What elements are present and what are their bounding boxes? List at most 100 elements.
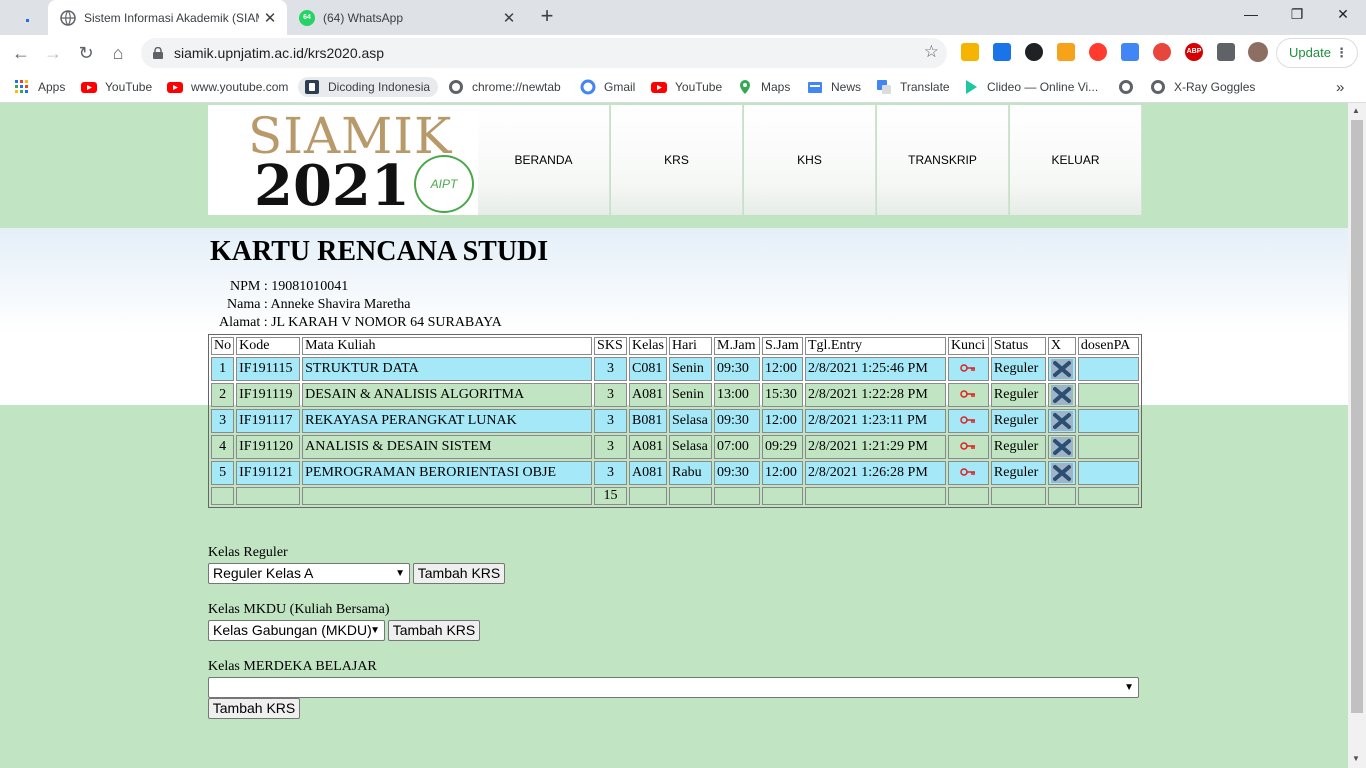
extension-icon[interactable] xyxy=(1057,43,1075,61)
bookmark-gmail[interactable]: Gmail xyxy=(580,77,635,97)
bookmark-star-icon[interactable]: ☆ xyxy=(924,42,939,62)
bookmark-xray[interactable]: X-Ray Goggles xyxy=(1150,77,1255,97)
cell-sjam: 09:29 xyxy=(761,435,803,459)
close-tab-icon[interactable]: ✕ xyxy=(498,9,520,27)
cell-delete xyxy=(1047,461,1076,485)
cell-no: 1 xyxy=(211,357,235,381)
bookmark-clideo[interactable]: Clideo — Online Vi... xyxy=(963,77,1098,97)
loading-dot-icon xyxy=(26,19,29,22)
reguler-label: Kelas Reguler xyxy=(208,545,288,560)
logo-year: 2021 xyxy=(254,153,410,219)
cell-sks: 3 xyxy=(594,435,628,459)
new-tab-button[interactable]: + xyxy=(536,5,558,28)
cell-kunci xyxy=(947,357,989,381)
delete-icon[interactable] xyxy=(1050,437,1073,457)
address-bar[interactable]: siamik.upnjatim.ac.id/krs2020.asp ☆ xyxy=(141,38,947,68)
cell-mjam: 09:30 xyxy=(714,461,760,485)
key-icon xyxy=(960,387,976,402)
bookmark-label: Dicoding Indonesia xyxy=(328,80,431,94)
bookmark-news[interactable]: News xyxy=(807,77,861,97)
bookmark-apps[interactable]: Apps xyxy=(14,77,65,97)
cell-sjam: 12:00 xyxy=(761,357,803,381)
total-row: 15 xyxy=(211,487,1139,505)
home-button[interactable]: ⌂ xyxy=(105,40,131,66)
extension-icon[interactable] xyxy=(1025,43,1043,61)
tambah-krs-merdeka-button[interactable]: Tambah KRS xyxy=(208,698,300,719)
minimize-button[interactable]: — xyxy=(1228,0,1274,30)
npm-line: NPM : 19081010041 xyxy=(230,279,349,294)
cell-kode: IF191120 xyxy=(236,435,301,459)
cell-kode: IF191119 xyxy=(236,383,301,407)
bookmark-dicoding[interactable]: Dicoding Indonesia xyxy=(298,77,439,97)
nav-beranda[interactable]: BERANDA xyxy=(478,105,610,215)
more-bookmarks-button[interactable]: » xyxy=(1336,77,1344,97)
empty-cell xyxy=(761,487,803,505)
empty-cell xyxy=(669,487,712,505)
bookmark-newtab[interactable]: chrome://newtab xyxy=(448,77,561,97)
nav-khs[interactable]: KHS xyxy=(744,105,876,215)
reload-button[interactable]: ↻ xyxy=(73,40,99,66)
delete-icon[interactable] xyxy=(1050,385,1073,405)
siamik-logo[interactable]: SIAMIK 2021 AIPT xyxy=(208,105,478,219)
page-title: KARTU RENCANA STUDI xyxy=(210,236,549,267)
bookmark-globe[interactable] xyxy=(1118,77,1142,97)
nav-transkrip[interactable]: TRANSKRIP xyxy=(877,105,1009,215)
update-button[interactable]: Update ⋮ xyxy=(1276,38,1358,68)
empty-cell xyxy=(947,487,989,505)
nav-krs[interactable]: KRS xyxy=(611,105,743,215)
merdeka-label: Kelas MERDEKA BELAJAR xyxy=(208,659,377,674)
delete-icon[interactable] xyxy=(1050,411,1073,431)
extension-icon[interactable] xyxy=(1153,43,1171,61)
back-button[interactable]: ← xyxy=(8,40,34,66)
cell-mjam: 07:00 xyxy=(714,435,760,459)
mkdu-select[interactable]: Kelas Gabungan (MKDU) ▼ xyxy=(208,620,385,641)
bookmark-youtube-2[interactable]: YouTube xyxy=(651,77,722,97)
close-window-button[interactable]: ✕ xyxy=(1320,0,1366,30)
cell-kelas: A081 xyxy=(629,435,668,459)
delete-icon[interactable] xyxy=(1050,463,1073,483)
cell-kelas: B081 xyxy=(629,409,668,433)
tab-siamik[interactable]: Sistem Informasi Akademik (SIAMIK) ✕ xyxy=(48,0,287,35)
cell-tgl: 2/8/2021 1:25:46 PM xyxy=(804,357,946,381)
bookmark-label: chrome://newtab xyxy=(472,80,561,94)
forward-button[interactable]: → xyxy=(40,40,66,66)
bookmark-label: Translate xyxy=(900,80,950,94)
tambah-krs-reguler-button[interactable]: Tambah KRS xyxy=(413,563,505,584)
empty-cell xyxy=(1077,487,1139,505)
cell-kelas: A081 xyxy=(629,383,668,407)
reguler-select[interactable]: Reguler Kelas A ▼ xyxy=(208,563,410,584)
scroll-down-icon[interactable]: ▼ xyxy=(1352,754,1360,763)
delete-icon[interactable] xyxy=(1050,359,1073,379)
adblock-icon[interactable]: ABP xyxy=(1185,43,1203,61)
scrollbar-thumb[interactable] xyxy=(1351,120,1363,713)
cell-sjam: 15:30 xyxy=(761,383,803,407)
globe-icon xyxy=(1119,80,1133,94)
merdeka-select[interactable]: ▼ xyxy=(208,677,1139,698)
restore-button[interactable]: ❐ xyxy=(1274,0,1320,30)
nav-keluar[interactable]: KELUAR xyxy=(1010,105,1142,215)
bookmark-translate[interactable]: Translate xyxy=(876,77,950,97)
extension-icon[interactable] xyxy=(961,43,979,61)
bookmark-maps[interactable]: Maps xyxy=(737,77,790,97)
bookmark-youtube[interactable]: YouTube xyxy=(81,77,152,97)
tab-whatsapp[interactable]: 64 (64) WhatsApp ✕ xyxy=(287,0,526,35)
tambah-krs-mkdu-button[interactable]: Tambah KRS xyxy=(388,620,480,641)
cell-hari: Selasa xyxy=(669,409,712,433)
puzzle-icon[interactable] xyxy=(1217,43,1235,61)
avatar[interactable] xyxy=(1248,42,1268,62)
close-tab-icon[interactable]: ✕ xyxy=(259,9,281,27)
empty-cell xyxy=(211,487,235,505)
extension-icon[interactable] xyxy=(993,43,1011,61)
bookmark-youtube-com[interactable]: www.youtube.com xyxy=(167,77,288,97)
extension-icon[interactable] xyxy=(1089,43,1107,61)
cell-kunci xyxy=(947,461,989,485)
scroll-up-icon[interactable]: ▲ xyxy=(1352,106,1360,115)
page-scrollbar[interactable]: ▲ ▼ xyxy=(1348,103,1366,768)
cell-sks: 3 xyxy=(594,357,628,381)
cell-dosenpa xyxy=(1077,435,1139,459)
tab-loading[interactable] xyxy=(0,0,48,35)
empty-cell xyxy=(804,487,946,505)
nama-line: Nama : Anneke Shavira Maretha xyxy=(227,297,411,312)
extension-icon[interactable] xyxy=(1121,43,1139,61)
bookmark-label: News xyxy=(831,80,862,94)
